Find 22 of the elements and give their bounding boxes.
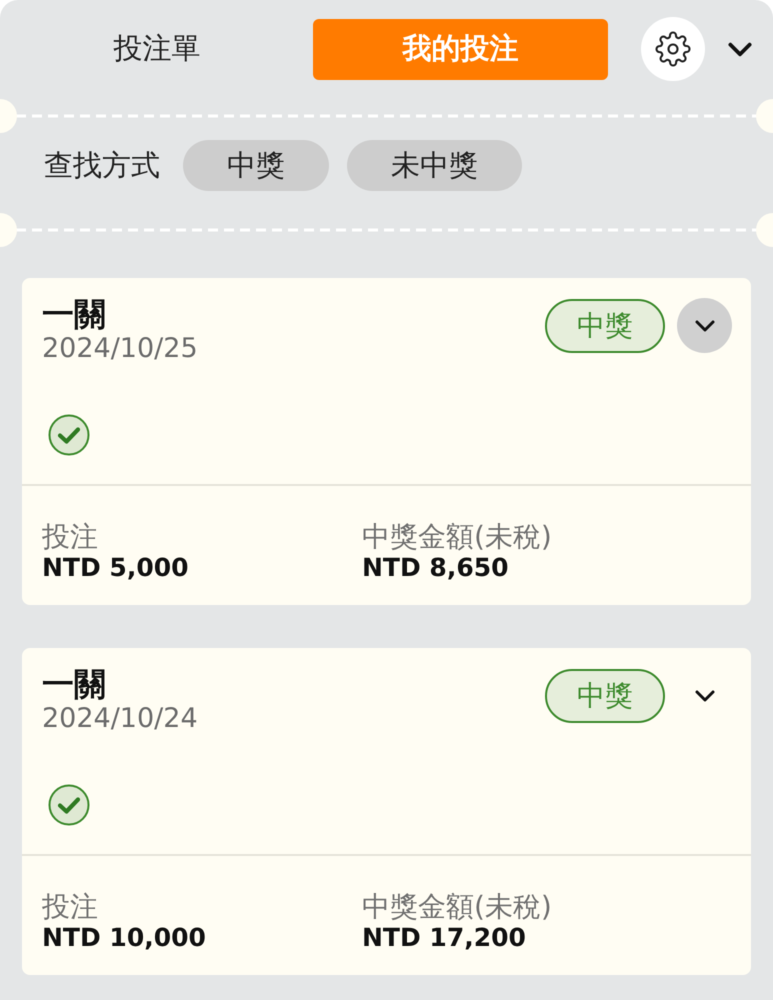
bet-title: 一關: [42, 666, 106, 702]
filter-chip[interactable]: 未中獎: [347, 140, 522, 191]
amount-value: NTD 8,650: [362, 552, 509, 584]
bet-date: 2024/10/25: [42, 332, 198, 366]
amount-label: 中獎金額(未稅): [362, 522, 552, 552]
chevron-down-icon: [694, 690, 714, 702]
chevron-down-icon: [694, 320, 714, 332]
amount-value: NTD 17,200: [362, 922, 526, 954]
filter-label: 查找方式: [44, 146, 160, 184]
filter-chip[interactable]: 中獎: [183, 140, 329, 191]
settings-icon: [655, 31, 691, 67]
amount-label: 中獎金額(未稅): [362, 892, 552, 922]
bet-date: 2024/10/24: [42, 702, 198, 736]
amount-label: 投注: [42, 892, 98, 922]
tab[interactable]: 投注單: [22, 18, 292, 80]
amount-label: 投注: [42, 522, 98, 552]
status-badge: 中獎: [545, 668, 665, 722]
chevron-down-icon[interactable]: [728, 42, 752, 56]
bet-title: 一關: [42, 296, 106, 332]
status-badge: 中獎: [545, 298, 665, 352]
amount-value: NTD 5,000: [42, 552, 189, 584]
amount-value: NTD 10,000: [42, 922, 206, 954]
